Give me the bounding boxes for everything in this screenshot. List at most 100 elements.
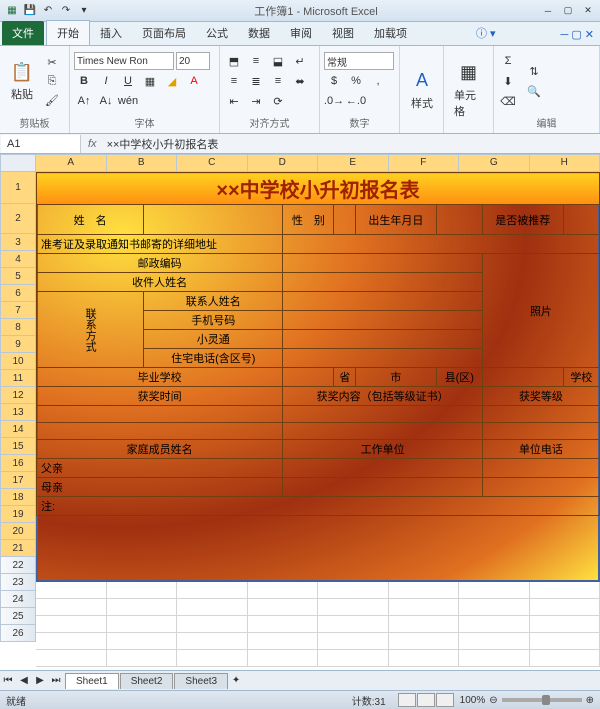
paste-label: 粘贴 bbox=[11, 86, 33, 102]
align-right-icon[interactable]: ≡ bbox=[268, 72, 288, 90]
number-group-label: 数字 bbox=[324, 114, 395, 131]
excel-icon: ▦ bbox=[4, 3, 20, 19]
formula-bar[interactable]: ××中学校小升初报名表 bbox=[103, 136, 600, 152]
wrap-icon[interactable]: ↵ bbox=[290, 52, 310, 70]
paste-icon: 📋 bbox=[10, 60, 34, 84]
find-icon[interactable]: 🔍 bbox=[524, 82, 544, 100]
tab-formula[interactable]: 公式 bbox=[196, 21, 238, 45]
font-name-select[interactable]: Times New Ron bbox=[74, 52, 174, 70]
col-header[interactable]: H bbox=[530, 154, 600, 172]
font-color-button[interactable]: A bbox=[184, 72, 204, 90]
clear-icon[interactable]: ⌫ bbox=[498, 92, 518, 110]
number-format-select[interactable]: 常规 bbox=[324, 52, 394, 70]
col-header[interactable]: C bbox=[177, 154, 248, 172]
tab-nav-first[interactable]: ⏮ bbox=[0, 673, 16, 689]
indent-inc-icon[interactable]: ⇥ bbox=[246, 92, 266, 110]
col-header[interactable]: A bbox=[36, 154, 107, 172]
brush-icon[interactable]: 🖌 bbox=[42, 91, 62, 109]
cells-icon: ▦ bbox=[457, 61, 481, 85]
tab-nav-last[interactable]: ⏭ bbox=[48, 673, 64, 689]
font-group-label: 字体 bbox=[74, 114, 215, 131]
italic-button[interactable]: I bbox=[96, 72, 116, 90]
align-center-icon[interactable]: ≣ bbox=[246, 72, 266, 90]
font-size-select[interactable]: 20 bbox=[176, 52, 210, 70]
percent-icon[interactable]: % bbox=[346, 72, 366, 90]
align-left-icon[interactable]: ≡ bbox=[224, 72, 244, 90]
tab-review[interactable]: 审阅 bbox=[280, 21, 322, 45]
align-bot-icon[interactable]: ⬓ bbox=[268, 52, 288, 70]
name-box[interactable]: A1 bbox=[1, 135, 81, 153]
fx-icon[interactable]: fx bbox=[82, 138, 103, 150]
phonetic-icon[interactable]: wén bbox=[118, 92, 138, 110]
close-button[interactable]: ✕ bbox=[580, 4, 596, 18]
merge-icon[interactable]: ⬌ bbox=[290, 72, 310, 90]
styles-button[interactable]: A样式 bbox=[404, 67, 440, 113]
fill-icon[interactable]: ⬇ bbox=[498, 72, 518, 90]
sheet-tab-3[interactable]: Sheet3 bbox=[174, 673, 228, 689]
sheet-tab-2[interactable]: Sheet2 bbox=[120, 673, 174, 689]
redo-icon[interactable]: ↷ bbox=[58, 3, 74, 19]
dec-decimal-icon[interactable]: ←.0 bbox=[346, 92, 366, 110]
shrink-font-icon[interactable]: A↓ bbox=[96, 92, 116, 110]
view-normal-icon[interactable] bbox=[398, 693, 416, 707]
comma-icon[interactable]: , bbox=[368, 72, 388, 90]
edit-group-label: 编辑 bbox=[498, 114, 595, 131]
clipboard-group-label: 剪贴板 bbox=[4, 114, 65, 131]
col-header[interactable]: G bbox=[459, 154, 530, 172]
sheet-tab-1[interactable]: Sheet1 bbox=[65, 673, 119, 689]
new-sheet-icon[interactable]: ✦ bbox=[228, 673, 244, 689]
form-title: ××中学校小升初报名表 bbox=[37, 173, 600, 205]
cut-icon[interactable]: ✂ bbox=[42, 53, 62, 71]
view-break-icon[interactable] bbox=[436, 693, 454, 707]
tab-layout[interactable]: 页面布局 bbox=[132, 21, 196, 45]
zoom-in-icon[interactable]: ⊕ bbox=[586, 695, 594, 706]
select-all-corner[interactable] bbox=[0, 154, 36, 172]
worksheet-grid[interactable]: ××中学校小升初报名表 姓 名性 别出生年月日是否被推荐 准考证及录取通知书邮寄… bbox=[36, 172, 600, 650]
indent-dec-icon[interactable]: ⇤ bbox=[224, 92, 244, 110]
min-ribbon-button[interactable]: ─ ▢ ✕ bbox=[554, 24, 600, 45]
zoom-level: 100% bbox=[460, 695, 486, 706]
bold-button[interactable]: B bbox=[74, 72, 94, 90]
fill-color-button[interactable]: ◢ bbox=[162, 72, 182, 90]
align-mid-icon[interactable]: ≡ bbox=[246, 52, 266, 70]
minimize-button[interactable]: ─ bbox=[540, 4, 556, 18]
window-title: 工作簿1 - Microsoft Excel bbox=[92, 3, 540, 19]
grow-font-icon[interactable]: A↑ bbox=[74, 92, 94, 110]
tab-nav-prev[interactable]: ◀ bbox=[16, 673, 32, 689]
cells-button[interactable]: ▦单元格 bbox=[448, 59, 489, 121]
qat-dropdown-icon[interactable]: ▾ bbox=[76, 3, 92, 19]
zoom-out-icon[interactable]: ⊖ bbox=[489, 695, 497, 706]
tab-data[interactable]: 数据 bbox=[238, 21, 280, 45]
sort-icon[interactable]: ⇅ bbox=[524, 62, 544, 80]
col-header[interactable]: D bbox=[248, 154, 319, 172]
border-button[interactable]: ▦ bbox=[140, 72, 160, 90]
zoom-slider[interactable] bbox=[502, 698, 582, 702]
undo-icon[interactable]: ↶ bbox=[40, 3, 56, 19]
view-layout-icon[interactable] bbox=[417, 693, 435, 707]
tab-nav-next[interactable]: ▶ bbox=[32, 673, 48, 689]
maximize-button[interactable]: ▢ bbox=[560, 4, 576, 18]
sum-icon[interactable]: Σ bbox=[498, 52, 518, 70]
save-icon[interactable]: 💾 bbox=[22, 3, 38, 19]
inc-decimal-icon[interactable]: .0→ bbox=[324, 92, 344, 110]
tab-home[interactable]: 开始 bbox=[46, 20, 90, 45]
col-header[interactable]: E bbox=[318, 154, 389, 172]
help-icon[interactable]: ⓘ ▾ bbox=[470, 21, 502, 45]
styles-icon: A bbox=[410, 69, 434, 93]
align-top-icon[interactable]: ⬒ bbox=[224, 52, 244, 70]
row-headers[interactable]: 12 34 56 78 910 1112 1314 1516 1718 1920… bbox=[0, 172, 36, 650]
tab-file[interactable]: 文件 bbox=[2, 21, 44, 45]
tab-insert[interactable]: 插入 bbox=[90, 21, 132, 45]
tab-addin[interactable]: 加载项 bbox=[364, 21, 417, 45]
col-header[interactable]: F bbox=[389, 154, 460, 172]
paste-button[interactable]: 📋 粘贴 bbox=[4, 58, 40, 104]
underline-button[interactable]: U bbox=[118, 72, 138, 90]
status-ready: 就绪 bbox=[6, 693, 26, 708]
tab-view[interactable]: 视图 bbox=[322, 21, 364, 45]
align-group-label: 对齐方式 bbox=[224, 114, 315, 131]
orient-icon[interactable]: ⟳ bbox=[268, 92, 288, 110]
copy-icon[interactable]: ⎘ bbox=[42, 72, 62, 90]
col-header[interactable]: B bbox=[107, 154, 178, 172]
status-count: 计数:31 bbox=[352, 693, 386, 708]
currency-icon[interactable]: $ bbox=[324, 72, 344, 90]
